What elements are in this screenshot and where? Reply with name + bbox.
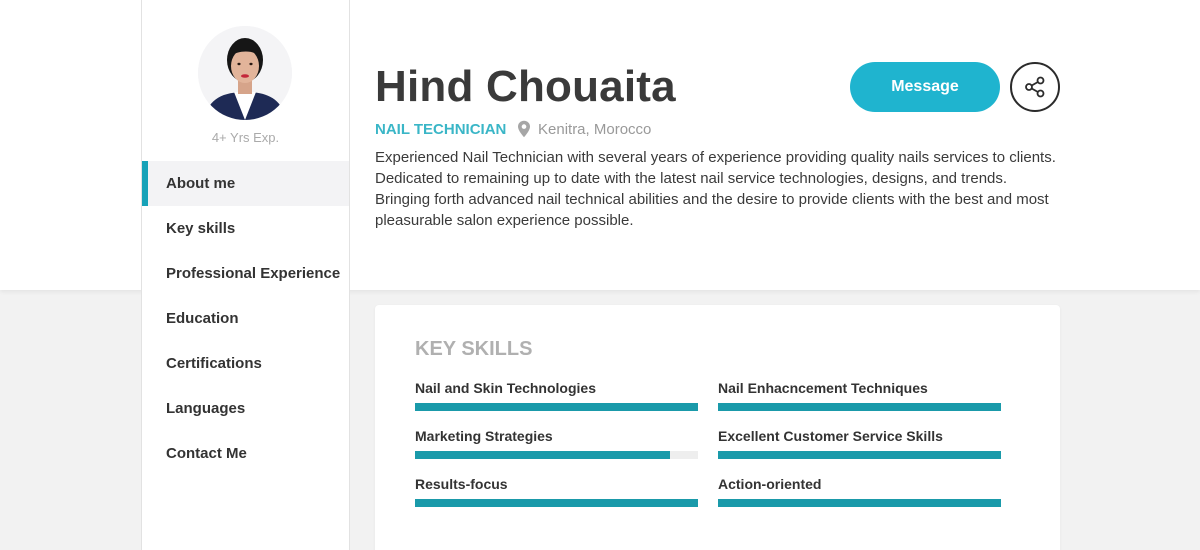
skill-item: Action-oriented <box>718 475 1001 507</box>
skill-bar-fill <box>415 403 698 411</box>
message-button[interactable]: Message <box>850 62 1000 112</box>
skill-label: Nail and Skin Technologies <box>415 380 596 396</box>
skill-label: Nail Enhacncement Techniques <box>718 380 928 396</box>
skill-label: Action-oriented <box>718 476 822 492</box>
skill-bar-track <box>415 403 698 411</box>
skill-item: Nail Enhacncement Techniques <box>718 379 1001 411</box>
map-pin-icon <box>517 120 531 138</box>
skill-item: Nail and Skin Technologies <box>415 379 698 411</box>
profile-name: Hind Chouaita <box>375 62 676 111</box>
sidebar-item-certifications[interactable]: Certifications <box>142 341 349 386</box>
sidebar: 4+ Yrs Exp. About me Key skills Professi… <box>141 0 350 550</box>
skill-label: Excellent Customer Service Skills <box>718 428 943 444</box>
profile-location: Kenitra, Morocco <box>538 121 652 138</box>
share-button[interactable] <box>1010 62 1060 112</box>
sidebar-item-contact-me[interactable]: Contact Me <box>142 431 349 476</box>
skill-bar-track <box>718 403 1001 411</box>
sidebar-nav: About me Key skills Professional Experie… <box>142 161 349 476</box>
skill-bar-track <box>415 451 698 459</box>
skill-bar-fill <box>718 451 1001 459</box>
sidebar-item-about-me[interactable]: About me <box>142 161 349 206</box>
experience-label: 4+ Yrs Exp. <box>211 130 280 145</box>
skill-bar-fill <box>718 499 1001 507</box>
profile-role: NAIL TECHNICIAN <box>375 121 507 138</box>
skill-label: Marketing Strategies <box>415 428 553 444</box>
share-icon <box>1025 76 1045 98</box>
skill-bar-fill <box>718 403 1001 411</box>
key-skills-card: KEY SKILLS Nail and Skin Technologies Na… <box>375 305 1060 550</box>
sidebar-item-education[interactable]: Education <box>142 296 349 341</box>
skill-item: Excellent Customer Service Skills <box>718 427 1001 459</box>
skill-bar-track <box>415 499 698 507</box>
avatar <box>198 26 292 120</box>
skill-bar-fill <box>415 451 670 459</box>
skill-item: Results-focus <box>415 475 698 507</box>
sidebar-item-key-skills[interactable]: Key skills <box>142 206 349 251</box>
skill-label: Results-focus <box>415 476 508 492</box>
sidebar-item-languages[interactable]: Languages <box>142 386 349 431</box>
key-skills-title: KEY SKILLS <box>415 338 533 360</box>
sidebar-item-professional-experience[interactable]: Professional Experience <box>142 251 349 296</box>
skill-bar-track <box>718 499 1001 507</box>
skill-bar-track <box>718 451 1001 459</box>
skill-bar-fill <box>415 499 698 507</box>
skill-item: Marketing Strategies <box>415 427 698 459</box>
profile-bio: Experienced Nail Technician with several… <box>375 149 1056 229</box>
